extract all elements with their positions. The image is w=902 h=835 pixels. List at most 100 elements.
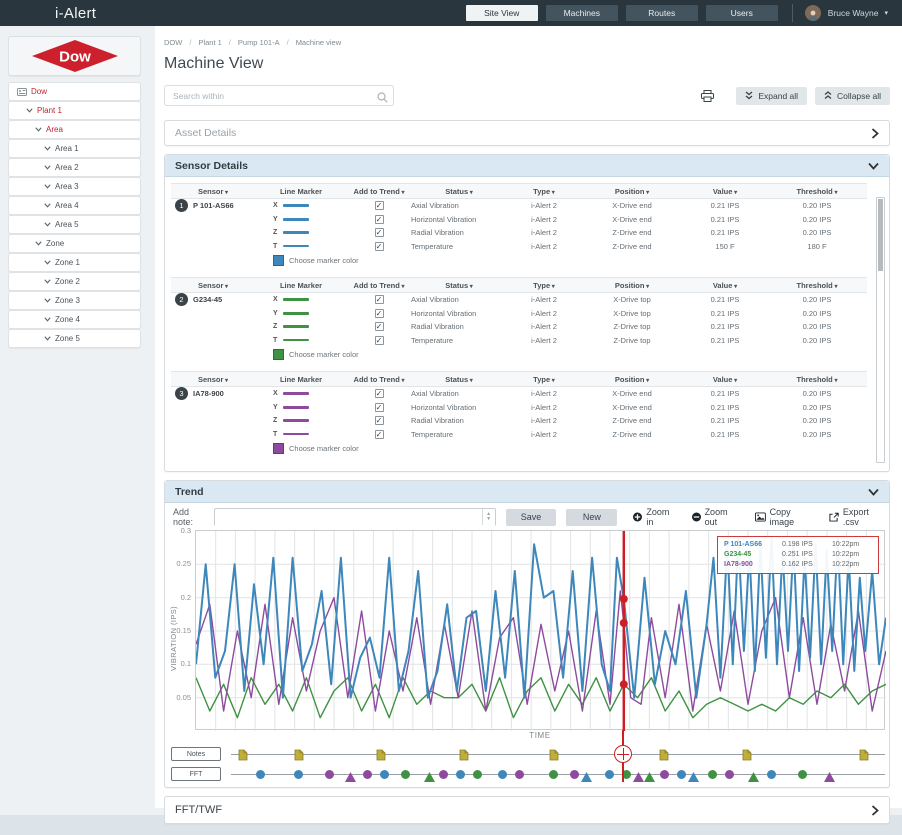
fft-marker-circle[interactable]: [294, 770, 303, 779]
note-marker-icon[interactable]: [549, 748, 559, 766]
user-name[interactable]: Bruce Wayne: [828, 8, 879, 18]
fft-marker-triangle[interactable]: [424, 769, 435, 787]
search-input[interactable]: [164, 85, 394, 106]
fft-marker-circle[interactable]: [605, 770, 614, 779]
sidebar-item-zone[interactable]: Zone: [8, 234, 141, 253]
sort-caret-icon[interactable]: ▾: [644, 378, 649, 384]
note-marker-icon[interactable]: [294, 748, 304, 766]
sidebar-item-area-2[interactable]: Area 2: [8, 158, 141, 177]
sort-caret-icon[interactable]: ▾: [833, 378, 838, 384]
sort-caret-icon[interactable]: ▾: [400, 284, 405, 290]
sidebar-item-area[interactable]: Area: [8, 120, 141, 139]
column-header-position[interactable]: Position ▾: [581, 375, 683, 384]
breadcrumb-item-machine-view[interactable]: Machine view: [296, 38, 341, 47]
chevron-right-icon[interactable]: [871, 805, 879, 816]
column-header-threshold[interactable]: Threshold ▾: [767, 375, 867, 384]
sort-caret-icon[interactable]: ▾: [468, 284, 473, 290]
fft-marker-circle[interactable]: [439, 770, 448, 779]
notes-track-button[interactable]: Notes: [171, 747, 221, 761]
fft-marker-circle[interactable]: [380, 770, 389, 779]
fft-marker-triangle[interactable]: [633, 769, 644, 787]
fft-marker-circle[interactable]: [401, 770, 410, 779]
sidebar-item-area-3[interactable]: Area 3: [8, 177, 141, 196]
column-header-add-to-trend[interactable]: Add to Trend ▾: [347, 187, 411, 196]
column-header-type[interactable]: Type ▾: [507, 375, 581, 384]
sort-caret-icon[interactable]: ▾: [223, 378, 228, 384]
column-header-value[interactable]: Value ▾: [683, 281, 767, 290]
sort-caret-icon[interactable]: ▾: [833, 284, 838, 290]
column-header-type[interactable]: Type ▾: [507, 281, 581, 290]
fft-marker-circle[interactable]: [708, 770, 717, 779]
fft-marker-circle[interactable]: [515, 770, 524, 779]
fft-marker-triangle[interactable]: [345, 769, 356, 787]
sort-caret-icon[interactable]: ▾: [223, 190, 228, 196]
add-to-trend-checkbox[interactable]: ✓: [375, 336, 384, 345]
sidebar-item-zone-3[interactable]: Zone 3: [8, 291, 141, 310]
sort-caret-icon[interactable]: ▾: [468, 190, 473, 196]
sidebar-item-area-1[interactable]: Area 1: [8, 139, 141, 158]
sidebar-item-area-5[interactable]: Area 5: [8, 215, 141, 234]
breadcrumb-item-plant-1[interactable]: Plant 1: [198, 38, 221, 47]
column-header-sensor[interactable]: Sensor ▾: [171, 375, 255, 384]
expand-all-button[interactable]: Expand all: [736, 87, 807, 105]
cursor-drag-handle[interactable]: [614, 745, 632, 763]
fft-marker-circle[interactable]: [677, 770, 686, 779]
note-marker-icon[interactable]: [459, 748, 469, 766]
add-to-trend-checkbox[interactable]: ✓: [375, 242, 384, 251]
fft-marker-triangle[interactable]: [581, 769, 592, 787]
zoom-in-button[interactable]: Zoom in: [633, 507, 675, 527]
marker-color-swatch[interactable]: [273, 255, 284, 266]
fft-marker-circle[interactable]: [570, 770, 579, 779]
note-marker-icon[interactable]: [859, 748, 869, 766]
column-header-sensor[interactable]: Sensor ▾: [171, 187, 255, 196]
sort-caret-icon[interactable]: ▾: [400, 190, 405, 196]
sidebar-item-zone-2[interactable]: Zone 2: [8, 272, 141, 291]
marker-color-swatch[interactable]: [273, 443, 284, 454]
sort-caret-icon[interactable]: ▾: [732, 378, 737, 384]
fft-marker-triangle[interactable]: [748, 769, 759, 787]
add-to-trend-checkbox[interactable]: ✓: [375, 201, 384, 210]
chevron-down-icon[interactable]: [868, 162, 879, 170]
sensor-details-header[interactable]: Sensor Details: [165, 155, 889, 177]
fft-marker-circle[interactable]: [325, 770, 334, 779]
add-to-trend-checkbox[interactable]: ✓: [375, 416, 384, 425]
nav-machines[interactable]: Machines: [546, 5, 618, 21]
column-header-position[interactable]: Position ▾: [581, 187, 683, 196]
add-to-trend-checkbox[interactable]: ✓: [375, 430, 384, 439]
add-note-input[interactable]: [215, 511, 495, 527]
column-header-status[interactable]: Status ▾: [411, 375, 507, 384]
add-to-trend-checkbox[interactable]: ✓: [375, 228, 384, 237]
column-header-add-to-trend[interactable]: Add to Trend ▾: [347, 375, 411, 384]
fft-marker-circle[interactable]: [725, 770, 734, 779]
column-header-type[interactable]: Type ▾: [507, 187, 581, 196]
note-marker-icon[interactable]: [376, 748, 386, 766]
add-to-trend-checkbox[interactable]: ✓: [375, 309, 384, 318]
sort-caret-icon[interactable]: ▾: [468, 378, 473, 384]
fft-track-button[interactable]: FFT: [171, 767, 221, 781]
new-button[interactable]: New: [566, 509, 617, 526]
sort-caret-icon[interactable]: ▾: [550, 190, 555, 196]
fft-marker-triangle[interactable]: [688, 769, 699, 787]
add-to-trend-checkbox[interactable]: ✓: [375, 295, 384, 304]
fft-marker-circle[interactable]: [363, 770, 372, 779]
note-marker-icon[interactable]: [238, 748, 248, 766]
sidebar-item-plant-1[interactable]: Plant 1: [8, 101, 141, 120]
chevron-right-icon[interactable]: [871, 128, 879, 139]
column-header-threshold[interactable]: Threshold ▾: [767, 281, 867, 290]
fft-marker-circle[interactable]: [798, 770, 807, 779]
sidebar-item-zone-1[interactable]: Zone 1: [8, 253, 141, 272]
sort-caret-icon[interactable]: ▾: [732, 284, 737, 290]
note-marker-icon[interactable]: [742, 748, 752, 766]
trend-header[interactable]: Trend: [165, 481, 889, 503]
asset-details-header[interactable]: Asset Details: [165, 121, 889, 145]
user-menu-caret-icon[interactable]: ▾: [884, 9, 888, 17]
export-csv-button[interactable]: Export .csv: [829, 507, 883, 527]
avatar[interactable]: [805, 5, 821, 21]
sidebar-item-dow[interactable]: Dow: [8, 82, 141, 101]
nav-site-view[interactable]: Site View: [466, 5, 538, 21]
search-icon[interactable]: [377, 90, 388, 108]
sort-caret-icon[interactable]: ▾: [550, 378, 555, 384]
sensor-scrollbar-thumb[interactable]: [878, 199, 883, 271]
choose-marker-color-row[interactable]: Choose marker color: [171, 441, 867, 456]
column-header-status[interactable]: Status ▾: [411, 281, 507, 290]
